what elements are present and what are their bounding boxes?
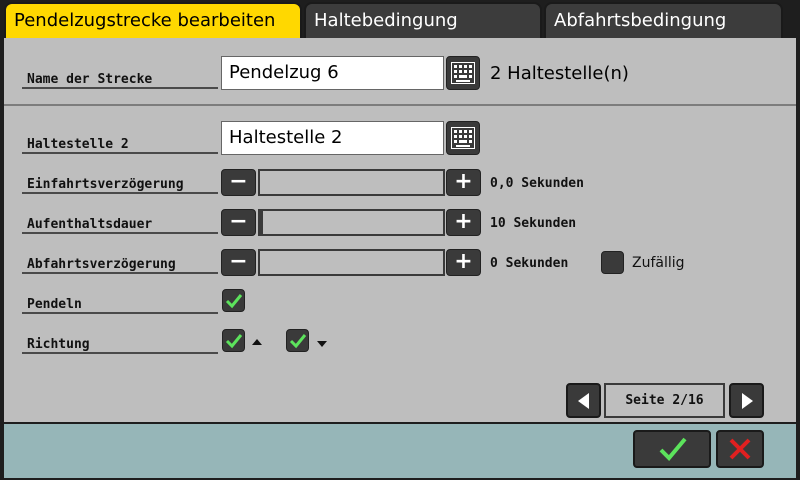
entry-delay-slider[interactable] — [258, 169, 445, 196]
arrow-up-icon — [252, 339, 262, 345]
random-label: Zufällig — [632, 255, 685, 271]
plus-icon: + — [454, 209, 473, 234]
entry-delay-decrease-button[interactable]: − — [221, 169, 256, 196]
arrow-right-icon — [742, 393, 753, 409]
entry-delay-increase-button[interactable]: + — [446, 169, 481, 196]
dwell-time-label: Aufenthaltsdauer — [22, 217, 218, 234]
keyboard-button-route-name[interactable] — [446, 56, 480, 90]
departure-delay-label: Abfahrtsverzögerung — [22, 257, 218, 274]
stop-count-text: 2 Haltestelle(n) — [490, 63, 629, 84]
tab-departure-condition[interactable]: Abfahrtsbedingung — [544, 2, 783, 38]
minus-icon: − — [229, 169, 248, 194]
keyboard-icon — [451, 62, 475, 84]
direction-label: Richtung — [22, 337, 218, 354]
prev-page-button[interactable] — [566, 383, 601, 418]
cancel-x-icon — [729, 438, 751, 460]
keyboard-button-stop[interactable] — [446, 121, 480, 155]
dwell-time-slider[interactable] — [258, 209, 445, 236]
tab-edit-route[interactable]: Pendelzugstrecke bearbeiten — [4, 2, 302, 38]
next-page-button[interactable] — [729, 383, 764, 418]
dwell-time-decrease-button[interactable]: − — [221, 209, 256, 236]
route-name-label: Name der Strecke — [22, 72, 218, 89]
minus-icon: − — [229, 209, 248, 234]
minus-icon: − — [229, 249, 248, 274]
arrow-left-icon — [578, 393, 589, 409]
departure-delay-increase-button[interactable]: + — [446, 249, 481, 276]
checkmark-icon — [225, 334, 243, 349]
departure-delay-slider[interactable] — [258, 249, 445, 276]
stop-label: Haltestelle 2 — [22, 137, 218, 154]
entry-delay-value: 0,0 Sekunden — [490, 176, 584, 191]
plus-icon: + — [454, 169, 473, 194]
keyboard-icon — [451, 127, 475, 149]
cancel-button[interactable] — [716, 430, 764, 468]
departure-delay-value: 0 Sekunden — [490, 256, 569, 271]
section-divider — [4, 104, 796, 106]
dwell-time-increase-button[interactable]: + — [446, 209, 481, 236]
arrow-down-icon — [317, 341, 327, 347]
checkmark-icon — [289, 334, 307, 349]
confirm-check-icon — [659, 437, 687, 461]
page-indicator: Seite 2/16 — [604, 383, 725, 418]
tab-stop-condition[interactable]: Haltebedingung — [304, 2, 542, 38]
plus-icon: + — [454, 249, 473, 274]
slider-fill — [260, 211, 263, 234]
shuttle-checkbox[interactable] — [222, 289, 245, 312]
direction-down-checkbox[interactable] — [286, 329, 309, 352]
dwell-time-value: 10 Sekunden — [490, 216, 577, 231]
random-checkbox[interactable] — [601, 251, 624, 274]
stop-name-input[interactable]: Haltestelle 2 — [221, 121, 444, 155]
route-name-input[interactable]: Pendelzug 6 — [221, 56, 444, 90]
checkmark-icon — [225, 294, 243, 309]
confirm-button[interactable] — [633, 430, 711, 468]
direction-up-checkbox[interactable] — [222, 329, 245, 352]
shuttle-label: Pendeln — [22, 297, 218, 314]
departure-delay-decrease-button[interactable]: − — [221, 249, 256, 276]
entry-delay-label: Einfahrtsverzögerung — [22, 177, 218, 194]
